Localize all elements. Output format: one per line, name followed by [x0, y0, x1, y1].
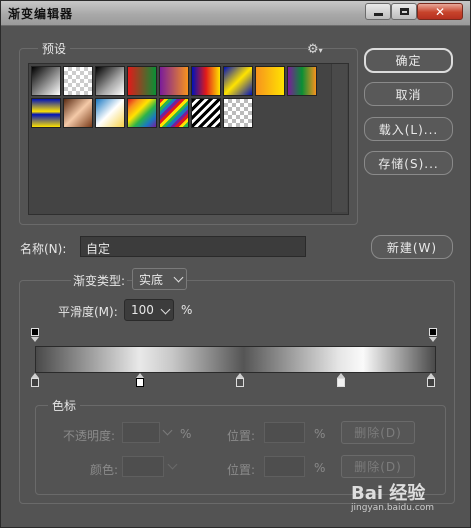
load-button[interactable]: 载入(L)...	[364, 117, 453, 141]
smoothness-select[interactable]: 100	[124, 299, 174, 321]
gear-icon[interactable]: ⚙▾	[307, 42, 323, 57]
chevron-down-icon	[160, 304, 171, 315]
title-bar[interactable]: 渐变编辑器 ✕	[1, 1, 470, 26]
watermark-url: jingyan.baidu.com	[351, 503, 435, 513]
name-input[interactable]: 自定	[80, 236, 306, 257]
preset-swatch[interactable]	[63, 66, 93, 96]
preset-swatch[interactable]	[127, 98, 157, 128]
preset-swatch[interactable]	[191, 66, 221, 96]
location-label-2: 位置:	[227, 463, 256, 477]
opacity-stop-right-pointer	[429, 337, 437, 342]
preset-swatch[interactable]	[159, 66, 189, 96]
maximize-button[interactable]	[391, 3, 417, 20]
watermark: Bai 经验 jingyan.baidu.com	[351, 479, 434, 513]
chevron-down-icon	[173, 272, 184, 283]
window-title: 渐变编辑器	[8, 7, 74, 21]
color-stops-label: 色标	[48, 397, 81, 414]
gradient-preview-bar[interactable]	[35, 346, 436, 373]
delete-opacity-stop-button[interactable]: 删除(D)	[341, 421, 415, 444]
opacity-stop-left-pointer	[31, 337, 39, 342]
color-swatch[interactable]	[122, 456, 164, 477]
cancel-button[interactable]: 取消	[364, 82, 453, 106]
color-stop-4[interactable]	[337, 378, 345, 387]
location-input-2[interactable]	[264, 456, 305, 477]
gradient-type-label: 渐变类型:	[71, 272, 128, 289]
preset-swatch[interactable]	[255, 66, 285, 96]
close-button[interactable]: ✕	[417, 3, 463, 20]
smoothness-label: 平滑度(M):	[58, 305, 118, 319]
name-label: 名称(N):	[20, 242, 67, 256]
preset-swatch[interactable]	[95, 66, 125, 96]
new-button[interactable]: 新建(W)	[371, 235, 453, 259]
presets-label: 预设	[38, 40, 71, 57]
preset-swatch[interactable]	[223, 98, 253, 128]
smoothness-value: 100	[131, 303, 154, 317]
opacity-label: 不透明度:	[63, 429, 116, 443]
close-icon: ✕	[434, 4, 446, 19]
watermark-text: Bai 经验	[351, 483, 426, 504]
presets-scrollbar[interactable]	[331, 64, 347, 212]
preset-swatch[interactable]	[159, 98, 189, 128]
preset-swatch[interactable]	[223, 66, 253, 96]
location-input-1[interactable]	[264, 422, 305, 443]
preset-swatch[interactable]	[287, 66, 317, 96]
location-unit-1: %	[314, 427, 326, 441]
color-stop-3[interactable]	[236, 378, 244, 387]
minimize-button[interactable]	[365, 3, 391, 20]
opacity-input[interactable]	[122, 422, 160, 443]
location-label-1: 位置:	[227, 429, 256, 443]
gradient-type-value: 实底	[139, 272, 164, 287]
color-stop-1[interactable]	[31, 378, 39, 387]
smoothness-unit: %	[181, 303, 193, 317]
color-label: 颜色:	[90, 463, 119, 477]
color-stop-2[interactable]	[136, 378, 144, 387]
maximize-icon	[399, 8, 409, 15]
minimize-icon	[373, 13, 383, 16]
preset-swatch[interactable]	[191, 98, 221, 128]
preset-swatch[interactable]	[31, 66, 61, 96]
opacity-unit: %	[180, 427, 192, 441]
opacity-stop-right[interactable]	[429, 328, 437, 336]
gradient-type-select[interactable]: 实底	[132, 268, 187, 290]
presets-list	[28, 63, 349, 215]
preset-swatch[interactable]	[31, 98, 61, 128]
location-unit-2: %	[314, 461, 326, 475]
opacity-stop-left[interactable]	[31, 328, 39, 336]
preset-swatch[interactable]	[95, 98, 125, 128]
save-button[interactable]: 存储(S)...	[364, 151, 453, 175]
preset-swatch[interactable]	[127, 66, 157, 96]
delete-color-stop-button[interactable]: 删除(D)	[341, 455, 415, 478]
gradient-editor-window: 渐变编辑器 ✕ 预设 ⚙▾ 确定 取消 载入(L)... 存储(S)... 名称…	[0, 0, 471, 528]
color-stop-5[interactable]	[427, 378, 435, 387]
preset-swatch[interactable]	[63, 98, 93, 128]
ok-button[interactable]: 确定	[364, 48, 453, 73]
